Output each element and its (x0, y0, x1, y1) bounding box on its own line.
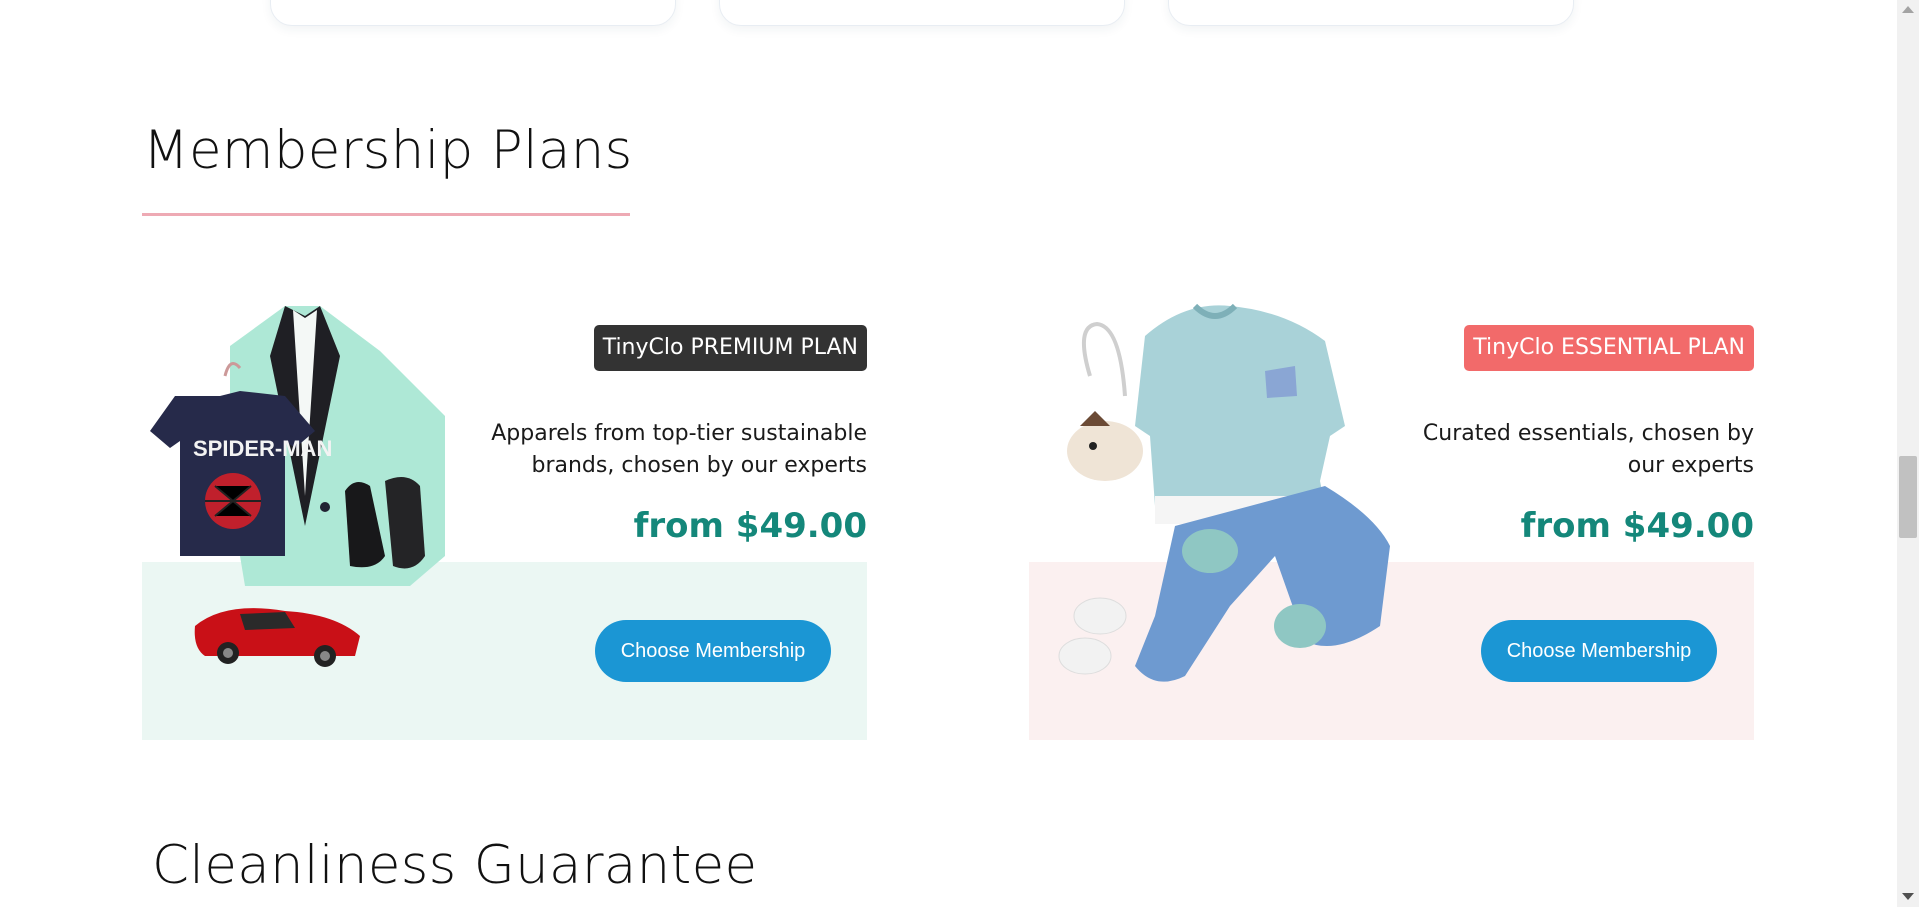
premium-plan-description: Apparels from top-tier sustainable brand… (447, 418, 867, 482)
svg-text:SPIDER-MAN: SPIDER-MAN (193, 436, 332, 461)
essential-plan-description-line: our experts (1627, 453, 1754, 478)
scroll-down-arrow-icon[interactable] (1902, 893, 1914, 900)
essential-plan-description: Curated essentials, chosen by our expert… (1334, 418, 1754, 482)
feature-card (270, 0, 676, 26)
scrollbar-thumb[interactable] (1899, 456, 1917, 538)
title-underline (142, 213, 630, 216)
essential-plan-badge: TinyClo ESSENTIAL PLAN (1464, 325, 1754, 371)
membership-section-title: Membership Plans (143, 120, 633, 181)
premium-plan-description-line: Apparels from top-tier sustainable (491, 421, 867, 446)
essential-plan-image (1058, 303, 1390, 682)
premium-plan-badge: TinyClo PREMIUM PLAN (593, 325, 867, 371)
premium-choose-membership-button[interactable]: Choose Membership (595, 620, 831, 682)
feature-card (1168, 0, 1574, 26)
essential-plan-price: from $49.00 (1520, 506, 1754, 546)
essential-plan-description-line: Curated essentials, chosen by (1422, 421, 1754, 446)
premium-plan-image: SPIDER-MAN (150, 306, 445, 667)
essential-choose-membership-button[interactable]: Choose Membership (1481, 620, 1717, 682)
scroll-up-arrow-icon[interactable] (1902, 6, 1914, 13)
premium-plan-price: from $49.00 (633, 506, 867, 546)
scrollbar-track[interactable] (1897, 0, 1919, 907)
premium-plan-description-line: brands, chosen by our experts (531, 453, 868, 478)
cleanliness-section-title: Cleanliness Guarantee (152, 835, 758, 896)
feature-card (719, 0, 1125, 26)
